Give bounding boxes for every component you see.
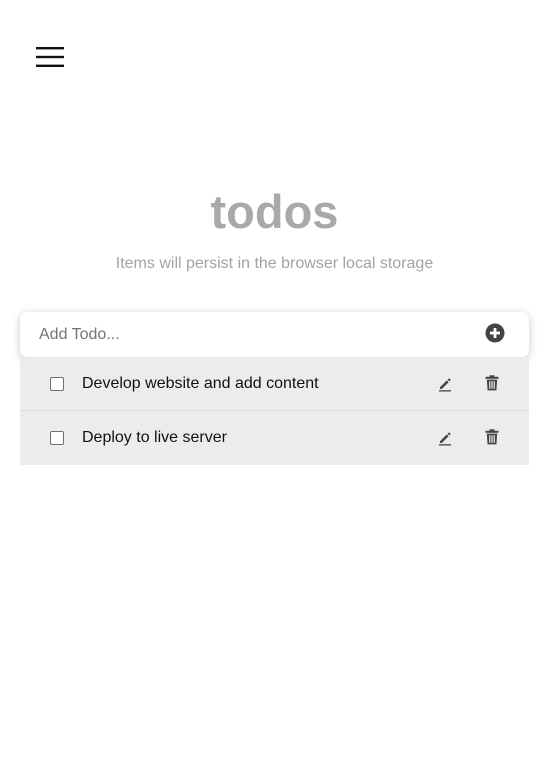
add-todo-form — [20, 312, 529, 357]
edit-todo-button[interactable] — [437, 430, 453, 446]
hamburger-menu-icon — [36, 47, 64, 67]
plus-circle-icon — [485, 323, 505, 343]
todo-item: Develop website and add content — [20, 357, 529, 411]
pencil-icon — [439, 432, 451, 446]
edit-todo-button[interactable] — [437, 376, 453, 392]
page-title: todos — [210, 185, 339, 238]
todo-checkbox[interactable] — [50, 376, 64, 391]
add-todo-button[interactable] — [485, 323, 505, 343]
todo-checkbox[interactable] — [50, 431, 64, 445]
todo-item: Deploy to live server — [20, 411, 529, 465]
add-todo-input[interactable] — [39, 312, 479, 357]
delete-todo-button[interactable] — [485, 374, 499, 391]
delete-todo-button[interactable] — [485, 429, 499, 445]
page-subtitle: Items will persist in the browser local … — [115, 255, 434, 272]
todo-text: Develop website and add content — [82, 374, 319, 392]
menu-button[interactable] — [31, 40, 69, 74]
trash-icon — [485, 429, 499, 445]
trash-icon — [485, 374, 499, 390]
todo-list: Develop website and add content Deploy t… — [20, 357, 529, 465]
todo-text: Deploy to live server — [82, 429, 227, 446]
pencil-icon — [439, 377, 451, 391]
